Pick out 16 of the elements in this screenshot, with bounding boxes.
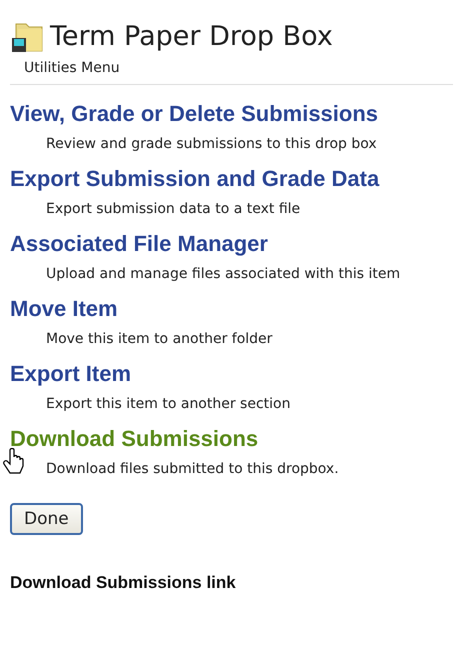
menu-link[interactable]: View, Grade or Delete Submissions xyxy=(10,101,378,127)
link-description: Upload and manage files associated with this item xyxy=(46,266,400,282)
caption: Download Submissions link xyxy=(10,573,237,593)
page-title: Term Paper Drop Box xyxy=(50,20,333,52)
link-description: Review and grade submissions to this drop box xyxy=(46,136,377,152)
menu-link[interactable]: Associated File Manager xyxy=(10,231,268,257)
menu-link[interactable]: Move Item xyxy=(10,296,118,322)
page-subtitle: Utilities Menu xyxy=(10,54,453,85)
link-description: Export this item to another section xyxy=(46,396,290,412)
menu-link[interactable]: Export Submission and Grade Data xyxy=(10,166,380,192)
done-button[interactable]: Done xyxy=(10,503,83,535)
link-description: Move this item to another folder xyxy=(46,331,272,347)
link-description: Download files submitted to this dropbox. xyxy=(46,461,339,477)
link-description: Export submission data to a text file xyxy=(46,201,300,217)
menu-link[interactable]: Export Item xyxy=(10,361,132,387)
menu-link[interactable]: Download Submissions xyxy=(10,426,258,452)
